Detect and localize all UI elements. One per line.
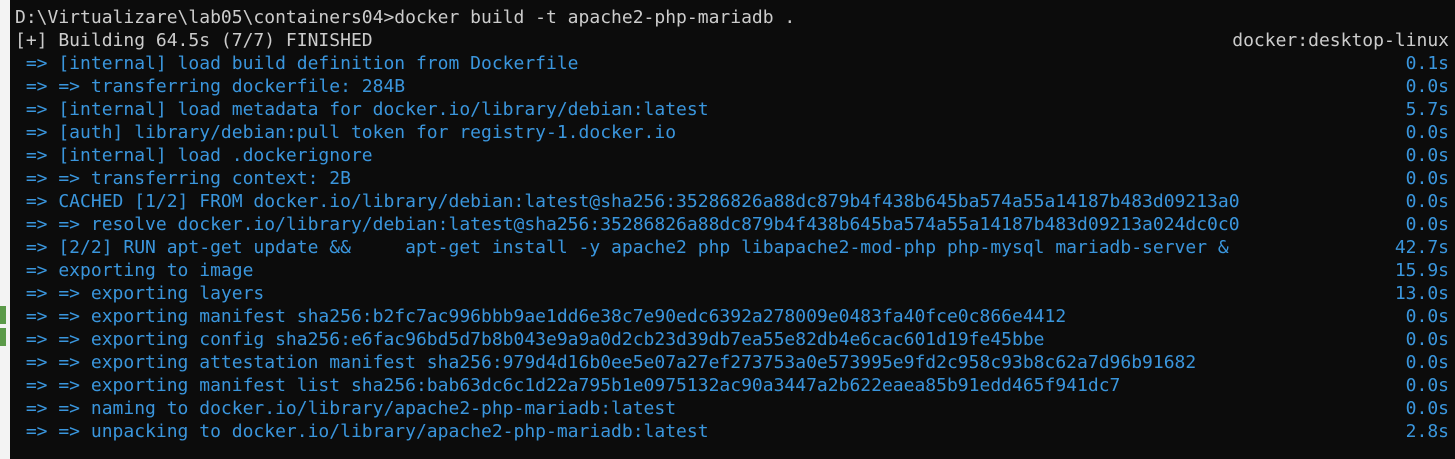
build-step-line: => [internal] load .dockerignore 0.0s — [15, 144, 1449, 167]
build-step-duration: 5.7s — [1405, 99, 1449, 120]
build-step-line: => => exporting config sha256:e6fac96bd5… — [15, 328, 1449, 351]
build-step-duration: 0.0s — [1405, 306, 1449, 327]
background-accent-bar — [0, 306, 6, 324]
build-step-duration: 0.0s — [1405, 398, 1449, 419]
build-step-duration: 0.0s — [1405, 352, 1449, 373]
build-step-text: => => transferring dockerfile: 284B — [15, 76, 406, 97]
terminal-output[interactable]: D:\Virtualizare\lab05\containers04>docke… — [10, 0, 1455, 459]
background-window-edge — [0, 0, 10, 459]
build-step-line: => [internal] load metadata for docker.i… — [15, 98, 1449, 121]
build-step-line: => => resolve docker.io/library/debian:l… — [15, 213, 1449, 236]
background-accent-bar — [0, 328, 6, 346]
build-step-text: => [internal] load build definition from… — [15, 53, 579, 74]
build-step-duration: 2.8s — [1405, 421, 1449, 442]
build-step-text: => => transferring context: 2B — [15, 168, 351, 189]
build-step-line: => => naming to docker.io/library/apache… — [15, 397, 1449, 420]
command-line: D:\Virtualizare\lab05\containers04>docke… — [15, 6, 1449, 29]
build-step-line: => => transferring dockerfile: 284B 0.0s — [15, 75, 1449, 98]
build-step-duration: 0.0s — [1405, 168, 1449, 189]
build-step-duration: 0.0s — [1405, 76, 1449, 97]
build-step-text: => [internal] load metadata for docker.i… — [15, 99, 709, 120]
build-step-text: => [internal] load .dockerignore — [15, 145, 373, 166]
build-step-text: => => exporting layers — [15, 283, 265, 304]
build-step-line: => => exporting manifest sha256:b2fc7ac9… — [15, 305, 1449, 328]
build-step-duration: 0.0s — [1405, 214, 1449, 235]
build-step-text: => => exporting attestation manifest sha… — [15, 352, 1197, 373]
build-step-duration: 0.0s — [1405, 122, 1449, 143]
build-step-line: => [auth] library/debian:pull token for … — [15, 121, 1449, 144]
build-step-text: => => naming to docker.io/library/apache… — [15, 398, 677, 419]
build-step-duration: 42.7s — [1394, 237, 1449, 258]
build-step-text: => [auth] library/debian:pull token for … — [15, 122, 677, 143]
build-step-duration: 0.0s — [1405, 191, 1449, 212]
build-step-duration: 0.0s — [1405, 375, 1449, 396]
build-status-line: [+] Building 64.5s (7/7) FINISHED docker… — [15, 29, 1449, 52]
build-step-line: => CACHED [1/2] FROM docker.io/library/d… — [15, 190, 1449, 213]
build-step-duration: 0.1s — [1405, 53, 1449, 74]
build-step-text: => => exporting manifest sha256:b2fc7ac9… — [15, 306, 1067, 327]
build-step-text: => => exporting config sha256:e6fac96bd5… — [15, 329, 1045, 350]
build-step-line: => => unpacking to docker.io/library/apa… — [15, 420, 1449, 443]
build-step-line: => => exporting attestation manifest sha… — [15, 351, 1449, 374]
build-step-line: => [internal] load build definition from… — [15, 52, 1449, 75]
command-text: D:\Virtualizare\lab05\containers04>docke… — [15, 7, 796, 28]
build-step-text: => => resolve docker.io/library/debian:l… — [15, 214, 1240, 235]
build-step-duration: 13.0s — [1394, 283, 1449, 304]
builder-context: docker:desktop-linux — [1232, 30, 1449, 51]
build-step-line: => exporting to image 15.9s — [15, 259, 1449, 282]
build-step-text: => exporting to image — [15, 260, 254, 281]
build-step-line: => => exporting layers 13.0s — [15, 282, 1449, 305]
build-status-text: [+] Building 64.5s (7/7) FINISHED — [15, 30, 373, 51]
build-step-duration: 15.9s — [1394, 260, 1449, 281]
build-step-duration: 0.0s — [1405, 329, 1449, 350]
build-step-text: => => exporting manifest list sha256:bab… — [15, 375, 1121, 396]
build-step-line: => => transferring context: 2B 0.0s — [15, 167, 1449, 190]
build-step-line: => => exporting manifest list sha256:bab… — [15, 374, 1449, 397]
build-step-text: => [2/2] RUN apt-get update && apt-get i… — [15, 237, 1229, 258]
build-step-line: => [2/2] RUN apt-get update && apt-get i… — [15, 236, 1449, 259]
build-step-text: => => unpacking to docker.io/library/apa… — [15, 421, 709, 442]
build-step-text: => CACHED [1/2] FROM docker.io/library/d… — [15, 191, 1240, 212]
build-step-duration: 0.0s — [1405, 145, 1449, 166]
